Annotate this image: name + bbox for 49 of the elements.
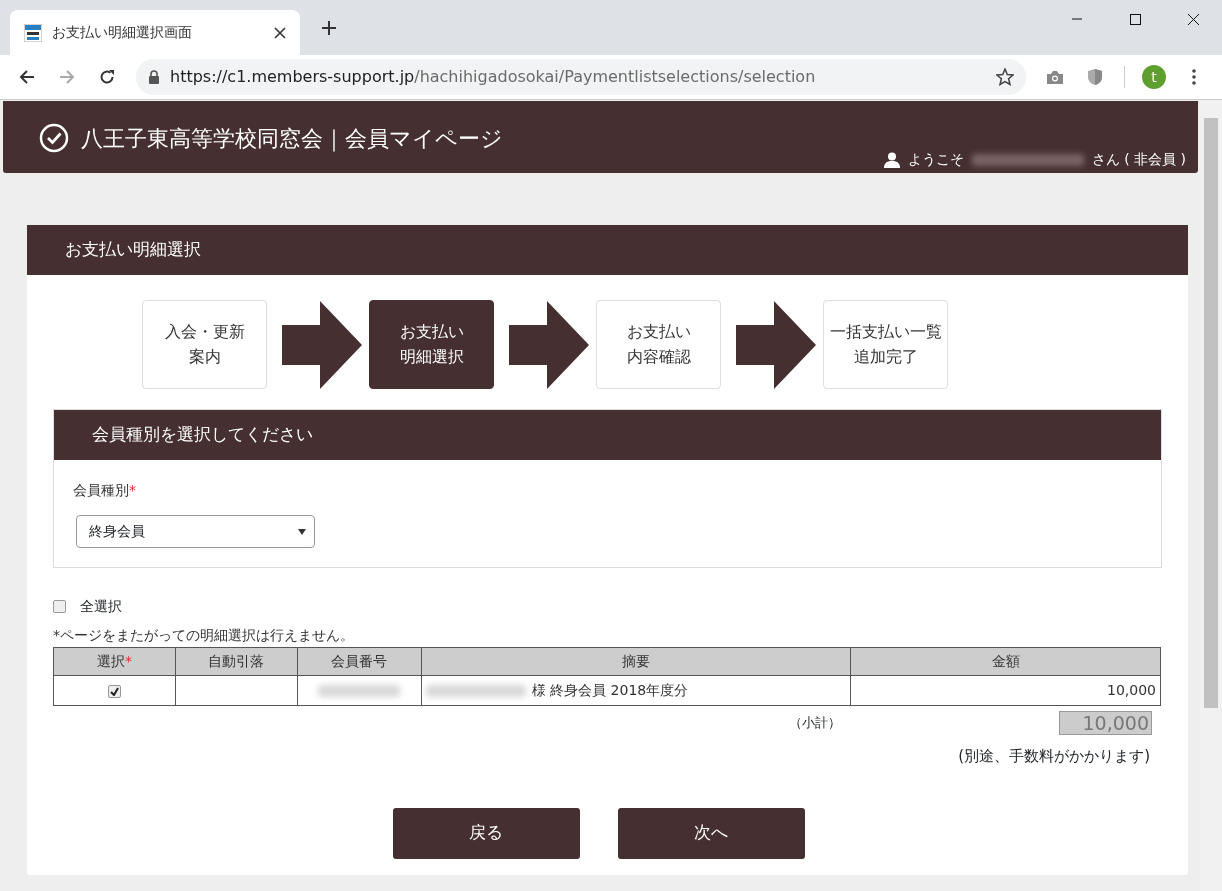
arrow-icon [509, 300, 589, 389]
select-all-checkbox[interactable] [53, 600, 66, 613]
camera-icon[interactable] [1046, 69, 1064, 85]
column-header: 会員番号 [297, 647, 422, 676]
address-bar[interactable]: https://c1.members-support.jp/hachihigadosokai/Paymentlistselections/selection [136, 59, 1026, 95]
section-title: 会員種別を選択してください [54, 410, 1161, 460]
user-status: さん ( 非会員 ) [1091, 150, 1186, 169]
check-circle-icon [39, 123, 69, 153]
close-icon[interactable] [1186, 12, 1200, 26]
back-button[interactable]: 戻る [392, 807, 580, 859]
note-text: *ページをまたがっての明細選択は行えません。 [53, 626, 355, 645]
lock-icon [148, 70, 160, 84]
column-header: 選択* [53, 647, 176, 676]
field-label: 会員種別* [73, 481, 137, 500]
next-button[interactable]: 次へ [617, 807, 805, 859]
close-icon[interactable] [274, 26, 286, 39]
arrow-icon [736, 300, 816, 389]
menu-icon[interactable] [1192, 69, 1196, 85]
back-icon[interactable] [19, 69, 35, 85]
subtotal-field: 10,000 [1059, 711, 1152, 735]
table-cell: 10,000 [1107, 682, 1156, 698]
member-type-select[interactable]: 終身会員 [76, 515, 315, 548]
step-box: お支払い 内容確認 [596, 300, 721, 389]
star-icon[interactable] [996, 68, 1014, 86]
welcome-text: ようこそ [907, 150, 964, 169]
user-icon [883, 151, 900, 168]
url-text: https://c1.members-support.jp/hachihigadosokai/Paymentlistselections/selection [170, 66, 816, 88]
reload-icon[interactable] [99, 69, 115, 85]
browser-tab[interactable]: お支払い明細選択画面 [10, 10, 300, 55]
checkbox-label: 全選択 [80, 597, 122, 616]
new-tab-icon[interactable] [321, 19, 337, 36]
subtotal-label: （小計） [789, 714, 841, 733]
step-box: お支払い 明細選択 [369, 300, 494, 389]
page-title: お支払い明細選択 [27, 225, 1188, 275]
column-header: 金額 [850, 647, 1161, 676]
row-checkbox[interactable] [107, 684, 121, 698]
shield-icon[interactable] [1087, 68, 1103, 86]
step-box: 一括支払い一覧 追加完了 [823, 300, 948, 389]
caret-icon [298, 528, 306, 535]
site-title: 八王子東高等学校同窓会｜会員マイページ [81, 124, 503, 154]
column-header: 自動引落 [175, 647, 298, 676]
favicon-icon [24, 23, 42, 42]
maximize-icon[interactable] [1128, 12, 1142, 26]
arrow-icon [282, 300, 362, 389]
fee-note: (別途、手数料がかかります) [957, 746, 1150, 767]
table-cell-text: 様 終身会員 2018年度分 [531, 681, 689, 700]
column-header: 摘要 [421, 647, 851, 676]
check-icon [109, 686, 119, 696]
step-box: 入会・更新 案内 [142, 300, 267, 389]
